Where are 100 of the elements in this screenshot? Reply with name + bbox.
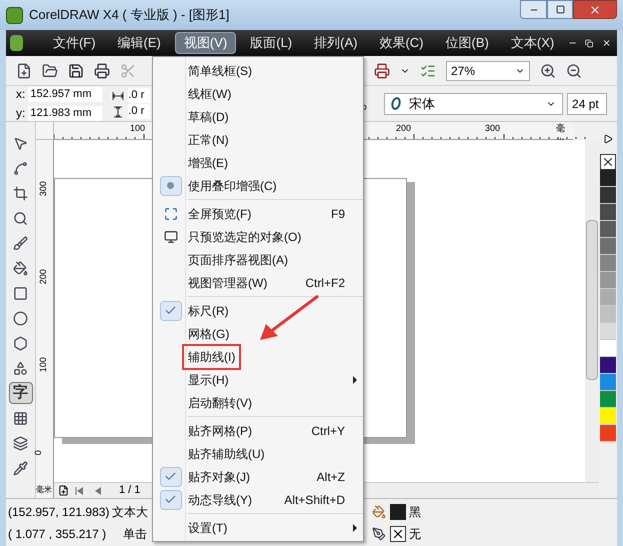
add-page-icon[interactable] [58, 485, 69, 496]
color-swatch[interactable] [600, 323, 616, 340]
menu-bar-item[interactable]: 编辑(E) [110, 32, 169, 54]
color-swatch[interactable] [600, 170, 616, 187]
color-swatch[interactable] [600, 340, 616, 357]
color-swatch[interactable] [600, 187, 616, 204]
menu-item-label: 使用叠印增强(C) [188, 178, 277, 194]
color-swatch[interactable] [600, 289, 616, 306]
shortcut-label: Alt+Z [316, 468, 345, 486]
color-swatch[interactable] [600, 272, 616, 289]
outline-swatch [390, 526, 406, 542]
outline-label: 无 [409, 526, 421, 542]
close-icon [589, 4, 601, 16]
ruler-label: 100 [36, 357, 49, 372]
menu-item-label: 只预览选定的对象(O) [188, 228, 302, 246]
color-swatch[interactable] [600, 425, 616, 442]
menu-bar-item[interactable]: 排列(A) [306, 32, 366, 54]
first-page-icon[interactable] [75, 486, 83, 494]
menu-bar-item[interactable]: 视图(V) [174, 32, 236, 54]
menu-item[interactable]: 标尺(R) [153, 299, 363, 322]
opentype-icon [390, 97, 401, 110]
shortcut-label: Ctrl+F2 [305, 274, 345, 292]
eyedropper-icon [13, 460, 28, 476]
shapes-icon [13, 360, 28, 376]
menu-item[interactable]: 全屏预览(F) F9 [153, 202, 363, 225]
menu-bar-item[interactable]: 文本(X) [502, 32, 562, 54]
height-field[interactable]: .0 r [128, 104, 150, 119]
font-size-field[interactable]: 24 pt [567, 92, 608, 114]
width-field[interactable]: .0 r [128, 88, 150, 103]
scroll-thumb[interactable] [586, 220, 598, 380]
menu-item[interactable]: 设置(T) [153, 516, 363, 539]
doc-close-icon[interactable] [602, 38, 611, 48]
font-dropdown[interactable]: 宋体 [384, 92, 564, 114]
brush-icon [13, 236, 28, 250]
menu-item[interactable]: 正常(N) [153, 128, 363, 151]
printer-color-icon[interactable] [374, 62, 390, 78]
menu-item[interactable]: 只预览选定的对象(O) [153, 225, 363, 248]
menu-bar-item[interactable]: 文件(F) [44, 32, 104, 54]
menu-item-label: 辅助线(I) [182, 344, 242, 370]
y-field[interactable]: 121.983 mm [28, 106, 102, 120]
zoom-in-icon[interactable] [540, 62, 556, 78]
palette-menu-icon[interactable] [603, 134, 613, 144]
text-tool-button[interactable]: 字 [8, 382, 32, 404]
folder-icon[interactable] [42, 62, 58, 78]
menu-item[interactable]: 视图管理器(W) Ctrl+F2 [153, 271, 363, 294]
rectangle-icon [13, 286, 28, 300]
pointer-icon [13, 136, 28, 150]
menu-item[interactable]: 线框(W) [153, 82, 363, 105]
y-label: y: [16, 105, 26, 122]
new-file-icon[interactable] [16, 62, 32, 78]
menu-item[interactable]: 启动翻转(V) [153, 391, 363, 414]
hexagon-icon [13, 336, 28, 350]
x-field[interactable]: 152.957 mm [28, 86, 102, 102]
menu-item[interactable]: 贴齐辅助线(U) [153, 442, 363, 465]
menu-item[interactable]: 显示(H) [153, 368, 363, 391]
no-color-swatch[interactable] [600, 154, 616, 170]
menu-item[interactable]: 草稿(D) [153, 105, 363, 128]
fill-swatch [390, 504, 406, 520]
ruler-label: 300 [36, 181, 49, 196]
ruler-label: 0 [32, 450, 44, 456]
menu-item-label: 正常(N) [188, 132, 229, 148]
menu-item[interactable]: 动态导线(Y) Alt+Shift+D [153, 488, 363, 511]
zoom-dropdown[interactable]: 27% [446, 60, 530, 80]
color-swatch[interactable] [600, 238, 616, 255]
color-swatch[interactable] [600, 255, 616, 272]
save-icon[interactable] [68, 62, 84, 78]
status-hint: 单击 [123, 526, 147, 542]
previous-page-icon[interactable] [95, 486, 101, 494]
color-swatch[interactable] [600, 357, 616, 374]
print-icon[interactable] [94, 62, 110, 78]
menu-bar-item[interactable]: 版面(L) [242, 32, 300, 54]
menu-item[interactable]: 页面排序器视图(A) [153, 248, 363, 271]
cursor-position: (152.957, 121.983) [8, 504, 110, 520]
menu-bar-item[interactable]: 位图(B) [438, 32, 497, 54]
menu-bar-item[interactable]: 效果(C) [371, 32, 432, 54]
ruler-label: 200 [36, 269, 49, 284]
annotation-arrow [258, 294, 320, 342]
fill-icon [372, 504, 386, 518]
checklist-icon[interactable] [420, 62, 436, 78]
close-button[interactable] [573, 0, 617, 19]
color-swatch[interactable] [600, 374, 616, 391]
color-swatch[interactable] [600, 204, 616, 221]
menu-item[interactable]: 简单线框(S) [153, 59, 363, 82]
maximize-button[interactable] [547, 0, 573, 19]
zoom-out-icon[interactable] [566, 62, 582, 78]
menu-item[interactable]: 使用叠印增强(C) [153, 174, 363, 197]
color-swatch[interactable] [600, 221, 616, 238]
color-swatch[interactable] [600, 306, 616, 323]
menu-item[interactable]: 辅助线(I) [153, 345, 363, 368]
menu-item[interactable]: 贴齐对象(J) Alt+Z [153, 465, 363, 488]
doc-restore-icon[interactable] [585, 38, 594, 48]
table-icon [13, 410, 28, 426]
menu-item[interactable]: 贴齐网格(P) Ctrl+Y [153, 419, 363, 442]
menu-item[interactable]: 增强(E) [153, 151, 363, 174]
menu-item-label: 显示(H) [188, 372, 229, 388]
ellipse-icon [13, 310, 28, 326]
color-swatch[interactable] [600, 391, 616, 408]
color-swatch[interactable] [600, 408, 616, 425]
app-logo-icon [6, 6, 23, 24]
menu-item[interactable]: 网格(G) [153, 322, 363, 345]
